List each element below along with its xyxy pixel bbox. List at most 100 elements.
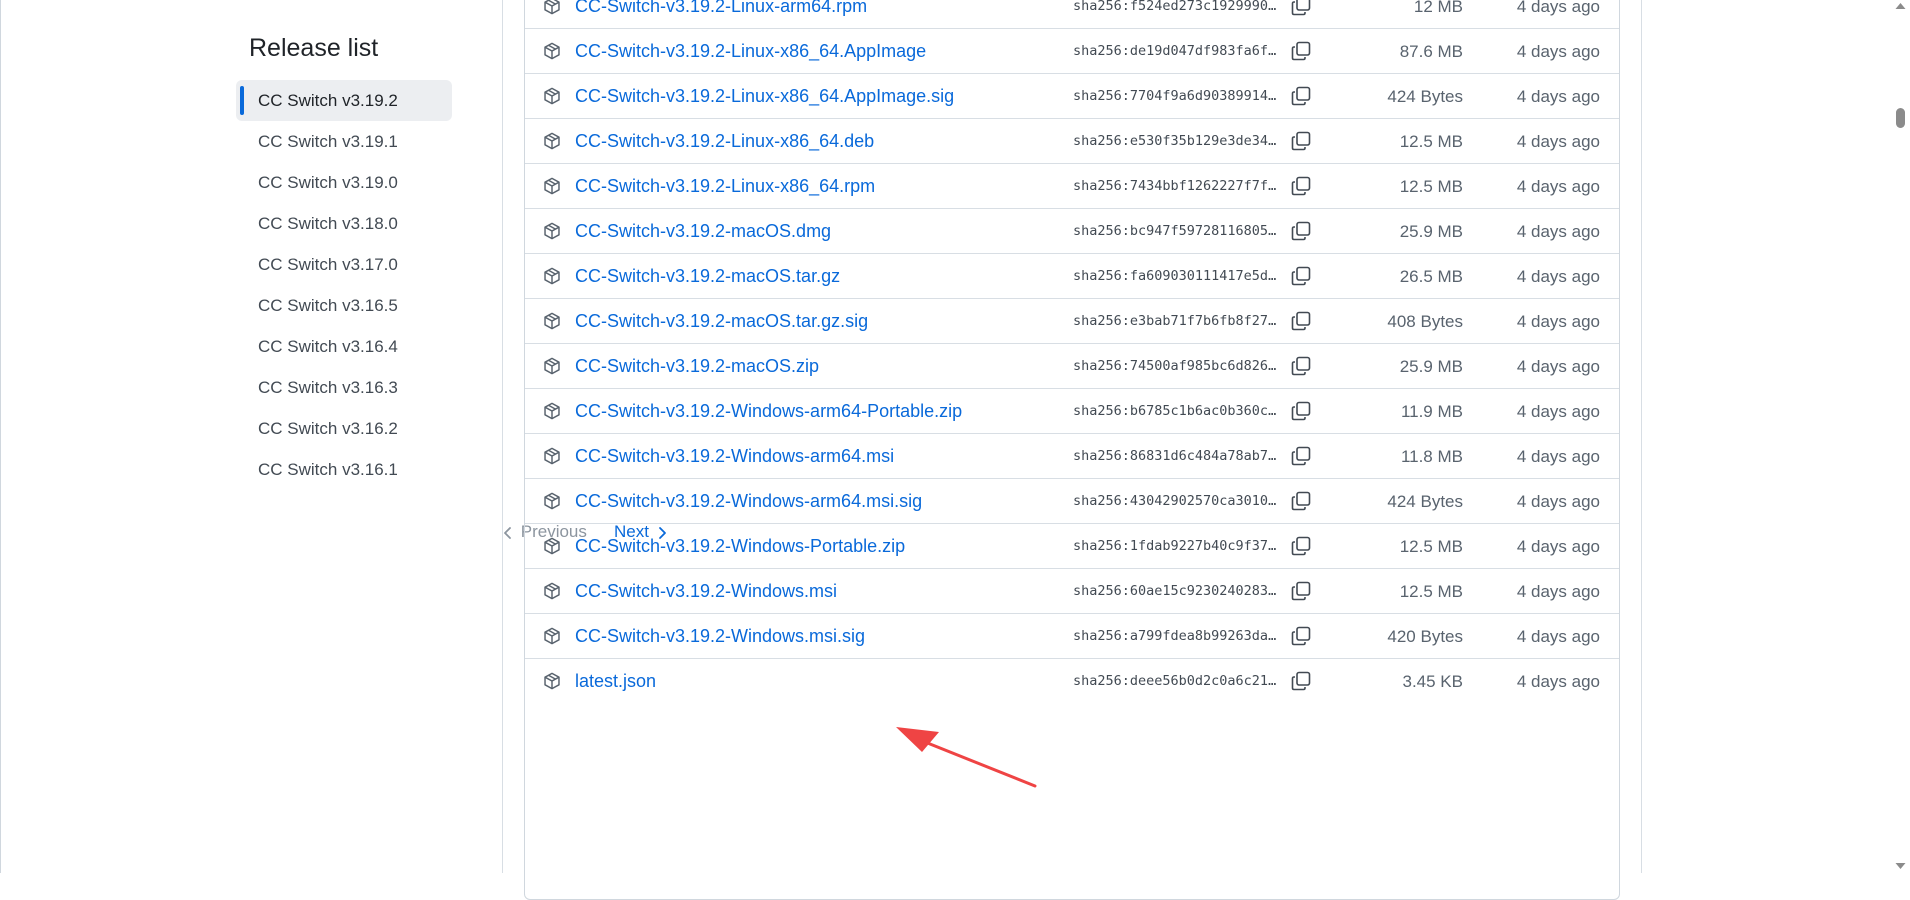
copy-icon[interactable] [1290,265,1312,287]
asset-date: 4 days ago [1516,492,1600,511]
asset-download-link[interactable]: latest.json [575,659,656,704]
asset-size: 25.9 MB [1399,357,1463,376]
asset-download-link[interactable]: CC-Switch-v3.19.2-Linux-x86_64.AppImage [575,29,926,74]
asset-date: 4 days ago [1516,0,1600,16]
release-item[interactable]: CC Switch v3.19.0 [236,162,452,203]
package-icon [544,357,560,375]
copy-icon[interactable] [1290,400,1312,422]
copy-icon[interactable] [1290,535,1312,557]
asset-row: CC-Switch-v3.19.2-Windows.msi.sig sha256:… [525,614,1619,659]
scroll-down-arrow-icon[interactable] [1895,862,1906,870]
package-icon [544,492,560,510]
copy-icon[interactable] [1290,0,1312,17]
asset-size: 12 MB [1413,0,1463,16]
asset-size: 3.45 KB [1402,672,1464,691]
copy-icon[interactable] [1290,130,1312,152]
copy-icon[interactable] [1290,40,1312,62]
asset-sha256: sha256:1fdab9227b40c9f37… [1073,538,1277,554]
asset-row: CC-Switch-v3.19.2-Windows-arm64-Portable… [525,389,1619,434]
asset-download-link[interactable]: CC-Switch-v3.19.2-macOS.tar.gz [575,254,840,299]
asset-size: 408 Bytes [1387,312,1463,331]
asset-row: CC-Switch-v3.19.2-Linux-x86_64.AppImage s… [525,29,1619,74]
release-list-title: Release list [249,34,379,62]
package-icon [544,537,560,555]
asset-row: CC-Switch-v3.19.2-Windows-Portable.zip sh… [525,524,1619,569]
asset-download-link[interactable]: CC-Switch-v3.19.2-macOS.dmg [575,209,831,254]
content-divider [1641,0,1642,873]
asset-download-link[interactable]: CC-Switch-v3.19.2-Windows-arm64-Portable… [575,389,962,434]
release-item[interactable]: CC Switch v3.19.1 [236,121,452,162]
asset-download-link[interactable]: CC-Switch-v3.19.2-Windows.msi [575,569,837,614]
asset-size: 25.9 MB [1399,222,1463,241]
asset-date: 4 days ago [1516,537,1600,556]
asset-download-link[interactable]: CC-Switch-v3.19.2-macOS.zip [575,344,819,389]
annotation-arrow [896,727,1037,788]
package-icon [544,177,560,195]
sidebar-divider [502,0,503,873]
asset-row: CC-Switch-v3.19.2-Linux-arm64.rpm sha256:… [525,0,1619,29]
release-item[interactable]: CC Switch v3.18.0 [236,203,452,244]
release-item[interactable]: CC Switch v3.19.2 [236,80,452,121]
asset-size: 424 Bytes [1387,492,1463,511]
asset-sha256: sha256:43042902570ca3010… [1073,493,1277,509]
copy-icon[interactable] [1290,310,1312,332]
asset-download-link[interactable]: CC-Switch-v3.19.2-Linux-x86_64.rpm [575,164,875,209]
asset-date: 4 days ago [1516,672,1600,691]
asset-date: 4 days ago [1516,402,1600,421]
release-item[interactable]: CC Switch v3.17.0 [236,244,452,285]
asset-download-link[interactable]: CC-Switch-v3.19.2-macOS.tar.gz.sig [575,299,868,344]
asset-row: CC-Switch-v3.19.2-Windows.msi sha256:60ae… [525,569,1619,614]
asset-sha256: sha256:86831d6c484a78ab7… [1073,448,1277,464]
package-icon [544,312,560,330]
package-icon [544,267,560,285]
scroll-up-arrow-icon[interactable] [1895,2,1906,10]
asset-sha256: sha256:f524ed273c1929990… [1073,0,1277,14]
asset-date: 4 days ago [1516,627,1600,646]
asset-size: 420 Bytes [1387,627,1463,646]
vertical-scrollbar-thumb[interactable] [1896,108,1905,128]
asset-sha256: sha256:60ae15c9230240283… [1073,583,1277,599]
asset-download-link[interactable]: CC-Switch-v3.19.2-Windows-arm64.msi [575,434,894,479]
asset-download-link[interactable]: CC-Switch-v3.19.2-Windows.msi.sig [575,614,865,659]
asset-download-link[interactable]: CC-Switch-v3.19.2-Linux-x86_64.deb [575,119,874,164]
copy-icon[interactable] [1290,85,1312,107]
release-item[interactable]: CC Switch v3.16.2 [236,408,452,449]
asset-row: CC-Switch-v3.19.2-macOS.tar.gz sha256:fa6… [525,254,1619,299]
asset-date: 4 days ago [1516,267,1600,286]
asset-date: 4 days ago [1516,177,1600,196]
copy-icon[interactable] [1290,445,1312,467]
release-assets-table: CC-Switch-v3.19.2-Linux-arm64.rpm sha256:… [524,0,1620,900]
asset-download-link[interactable]: CC-Switch-v3.19.2-Linux-arm64.rpm [575,0,867,29]
release-item[interactable]: CC Switch v3.16.1 [236,449,452,490]
asset-size: 11.8 MB [1400,447,1463,466]
copy-icon[interactable] [1290,355,1312,377]
asset-download-link[interactable]: CC-Switch-v3.19.2-Windows-Portable.zip [575,524,905,569]
release-item[interactable]: CC Switch v3.16.4 [236,326,452,367]
asset-download-link[interactable]: CC-Switch-v3.19.2-Linux-x86_64.AppImage.… [575,74,954,119]
asset-date: 4 days ago [1516,87,1600,106]
asset-size: 12.5 MB [1399,132,1463,151]
asset-date: 4 days ago [1516,222,1600,241]
asset-date: 4 days ago [1516,312,1600,331]
asset-row: CC-Switch-v3.19.2-Linux-x86_64.rpm sha256… [525,164,1619,209]
asset-sha256: sha256:b6785c1b6ac0b360c… [1073,403,1277,419]
copy-icon[interactable] [1290,490,1312,512]
release-item[interactable]: CC Switch v3.16.3 [236,367,452,408]
asset-size: 26.5 MB [1399,267,1463,286]
asset-row: CC-Switch-v3.19.2-Windows-arm64.msi.sig s… [525,479,1619,524]
copy-icon[interactable] [1290,175,1312,197]
package-icon [544,627,560,645]
package-icon [544,132,560,150]
asset-sha256: sha256:74500af985bc6d826… [1073,358,1277,374]
asset-download-link[interactable]: CC-Switch-v3.19.2-Windows-arm64.msi.sig [575,479,922,524]
copy-icon[interactable] [1290,670,1312,692]
package-icon [544,582,560,600]
package-icon [544,222,560,240]
copy-icon[interactable] [1290,625,1312,647]
copy-icon[interactable] [1290,220,1312,242]
package-icon [544,447,560,465]
release-item[interactable]: CC Switch v3.16.5 [236,285,452,326]
asset-size: 12.5 MB [1399,177,1463,196]
window-frame-left [0,0,1,873]
copy-icon[interactable] [1290,580,1312,602]
